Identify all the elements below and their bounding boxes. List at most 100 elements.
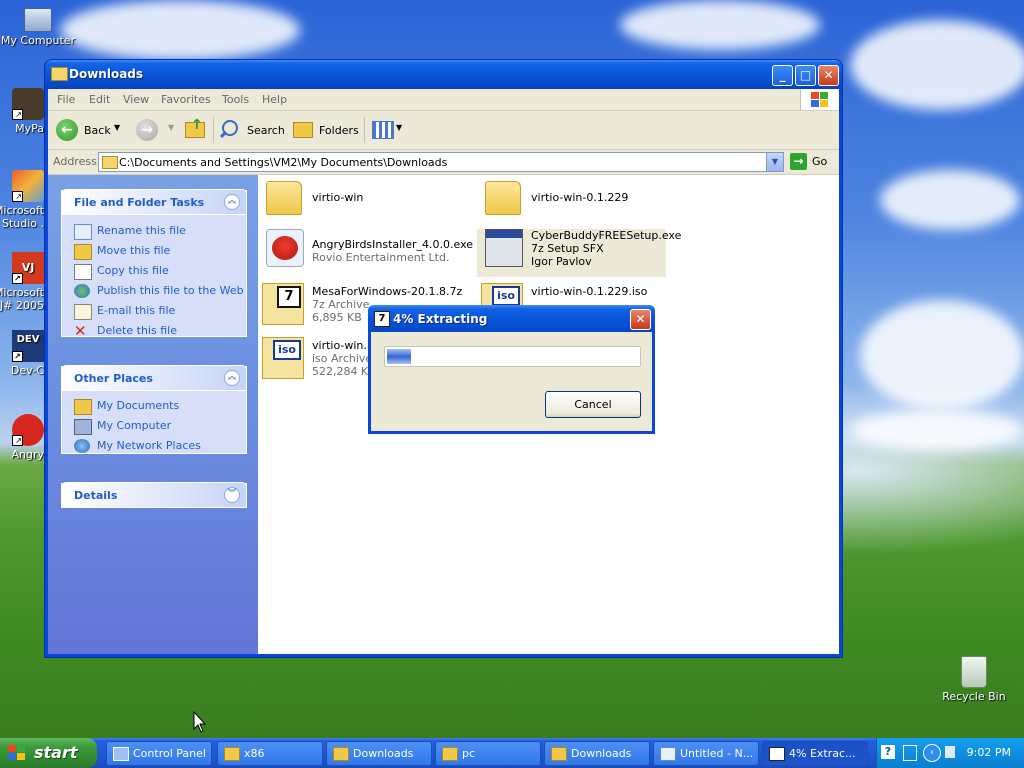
menu-view[interactable]: View <box>123 93 149 106</box>
go-arrow-icon[interactable]: → <box>790 153 807 170</box>
help-icon[interactable]: ? <box>881 745 895 759</box>
task-email[interactable]: E-mail this file <box>62 301 246 321</box>
dialog-titlebar[interactable]: 7 4% Extracting ✕ <box>368 305 655 332</box>
back-button[interactable]: ← Back ▼ <box>56 118 124 142</box>
file-item-virtio-win-folder[interactable]: virtio-win <box>258 179 473 227</box>
toolbar: ← Back ▼ → ▼ ↑ Search Folders ▼ <box>48 111 839 150</box>
collapse-icon[interactable]: ︽ <box>224 370 240 386</box>
taskbar-item-x86[interactable]: x86 <box>217 741 323 766</box>
extract-progress-bar <box>384 346 641 367</box>
taskbar-item-control-panel[interactable]: Control Panel <box>106 741 212 766</box>
menu-help[interactable]: Help <box>262 93 287 106</box>
file-type: 7z Setup SFX <box>531 242 604 255</box>
task-publish[interactable]: Publish this file to the Web <box>62 281 246 301</box>
taskbar-item-label: pc <box>462 747 476 760</box>
back-label: Back <box>84 124 111 137</box>
file-company: Igor Pavlov <box>531 255 592 268</box>
panel-header[interactable]: Details ︾ <box>61 482 247 508</box>
toolbar-separator <box>213 117 214 143</box>
back-arrow-icon: ← <box>56 119 78 141</box>
extract-dialog: 7 4% Extracting ✕ Cancel <box>368 305 655 434</box>
panel-header[interactable]: Other Places ︽ <box>61 365 247 391</box>
computer-icon <box>24 8 52 32</box>
close-button[interactable]: ✕ <box>818 65 839 86</box>
iso-archive-icon: iso <box>262 337 304 379</box>
angry-bird-icon: ↗ <box>12 414 44 446</box>
address-input[interactable]: C:\Documents and Settings\VM2\My Documen… <box>98 152 784 172</box>
angry-bird-icon <box>266 229 304 267</box>
menu-tools[interactable]: Tools <box>222 93 249 106</box>
start-button[interactable]: start <box>0 738 97 768</box>
desktop-icon-my-computer[interactable]: My Computer <box>0 4 76 47</box>
taskbar-item-notepad[interactable]: Untitled - N... <box>653 741 759 766</box>
views-button[interactable]: ▼ <box>370 118 406 142</box>
desktop-icon-recycle-bin[interactable]: Recycle Bin <box>936 656 1012 703</box>
file-item-cyberbuddy-setup[interactable]: CyberBuddyFREESetup.exe 7z Setup SFX Igo… <box>477 229 681 277</box>
task-copy[interactable]: Copy this file <box>62 261 246 281</box>
task-delete[interactable]: ✕ Delete this file <box>62 321 246 341</box>
explorer-titlebar[interactable]: Downloads _ □ ✕ <box>45 60 842 89</box>
chevron-down-icon: ▼ <box>396 123 403 132</box>
file-size: 6,895 KB <box>312 311 362 324</box>
place-my-documents[interactable]: My Documents <box>62 396 246 416</box>
desktop-icon-vjsharp[interactable]: VJ↗ Microsoft J# 2005 <box>0 252 44 312</box>
7zip-icon: 7 <box>374 311 390 327</box>
address-label: Address <box>53 155 97 168</box>
collapse-icon[interactable]: ︽ <box>224 194 240 210</box>
folders-button[interactable]: Folders <box>291 118 359 142</box>
my-documents-icon <box>74 399 92 415</box>
speaker-icon[interactable] <box>945 746 955 758</box>
desktop-icon-devcpp[interactable]: DEV ↗ Dev-C <box>0 330 44 377</box>
expand-icon[interactable]: ︾ <box>224 487 240 503</box>
task-move[interactable]: Move this file <box>62 241 246 261</box>
task-label: Rename this file <box>97 224 186 237</box>
clock[interactable]: 9:02 PM <box>967 746 1011 759</box>
file-item-virtio-win-0-1-229-folder[interactable]: virtio-win-0.1.229 <box>477 179 692 227</box>
folder-icon <box>224 747 240 761</box>
place-my-network-places[interactable]: My Network Places <box>62 436 246 456</box>
menu-edit[interactable]: Edit <box>89 93 110 106</box>
place-label: My Computer <box>97 419 172 432</box>
control-panel-icon <box>113 747 129 761</box>
menu-favorites[interactable]: Favorites <box>161 93 211 106</box>
forward-button[interactable]: → ▼ <box>134 118 174 142</box>
file-name: virtio-win-0.1.229 <box>531 191 629 204</box>
address-dropdown-button[interactable]: ▼ <box>766 153 783 171</box>
taskbar: start Control Panel x86 Downloads pc Dow… <box>0 738 1024 768</box>
devcpp-icon: DEV ↗ <box>12 330 44 362</box>
dialog-close-button[interactable]: ✕ <box>630 309 651 330</box>
search-button[interactable]: Search <box>219 118 285 142</box>
window-title: Downloads <box>69 67 144 81</box>
show-hidden-icons-button[interactable]: ‹ <box>923 744 941 762</box>
folder-icon <box>551 747 567 761</box>
task-label: Publish this file to the Web <box>97 284 244 297</box>
network-tray-icon[interactable] <box>903 745 917 761</box>
minimize-button[interactable]: _ <box>772 65 793 86</box>
desktop-icon-mypa[interactable]: ↗ MyPa <box>0 88 44 135</box>
forward-arrow-icon: → <box>136 119 158 141</box>
cancel-button[interactable]: Cancel <box>545 391 641 418</box>
desktop-icon-label: MyPa <box>15 122 44 135</box>
notepad-icon <box>660 747 676 761</box>
menu-file[interactable]: File <box>57 93 75 106</box>
taskbar-item-downloads-2[interactable]: Downloads <box>544 741 650 766</box>
taskbar-item-extracting[interactable]: 4% Extrac... <box>762 741 868 766</box>
taskbar-item-downloads-1[interactable]: Downloads <box>326 741 432 766</box>
installer-icon <box>485 229 523 267</box>
panel-header[interactable]: File and Folder Tasks ︽ <box>61 189 247 215</box>
task-label: Move this file <box>97 244 171 257</box>
up-folder-button[interactable]: ↑ <box>183 117 207 142</box>
progress-fill <box>387 349 411 364</box>
maximize-button[interactable]: □ <box>795 65 816 86</box>
desktop-icon-visual-studio[interactable]: ↗ Microsoft Studio . <box>0 170 44 230</box>
file-size: 522,284 KB <box>312 365 376 378</box>
desktop-icon-angry-birds[interactable]: ↗ Angry <box>0 414 44 461</box>
desktop-icon-label: Dev-C <box>10 364 44 377</box>
go-button[interactable]: Go <box>812 155 827 168</box>
taskbar-item-pc[interactable]: pc <box>435 741 541 766</box>
task-rename[interactable]: Rename this file <box>62 221 246 241</box>
file-name: virtio-win <box>312 191 364 204</box>
place-my-computer[interactable]: My Computer <box>62 416 246 436</box>
file-item-angrybirds-installer[interactable]: AngryBirdsInstaller_4.0.0.exe Rovio Ente… <box>258 229 473 277</box>
email-icon <box>74 304 92 320</box>
